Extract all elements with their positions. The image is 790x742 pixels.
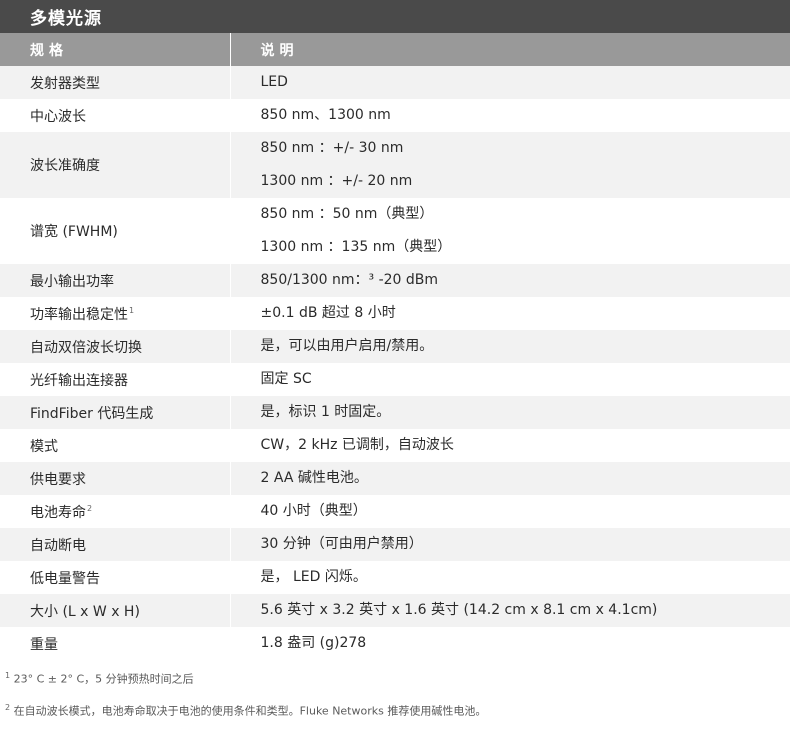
table-row: 自动双倍波长切换 是，可以由用户启用/禁用。 [0, 330, 790, 363]
spec-value: 是， LED 闪烁。 [260, 569, 367, 585]
spec-value: 是，可以由用户启用/禁用。 [260, 338, 434, 354]
spec-label-cell: 低电量警告 [0, 561, 230, 594]
spec-label: 功率输出稳定性 [30, 306, 128, 323]
spec-label-cell: 光纤输出连接器 [0, 363, 230, 396]
table-row: 光纤输出连接器 固定 SC [0, 363, 790, 396]
spec-label-cell: 中心波长 [0, 99, 230, 132]
table-row: 波长准确度 850 nm ：+/- 30 nm 1300 nm ：+/- 20 nm [0, 132, 790, 198]
spec-label: 自动断电 [30, 537, 86, 554]
footnotes: 1 23° C ± 2° C，5 分钟预热时间之后 2 在自动波长模式，电池寿命… [0, 660, 790, 724]
spec-label: 模式 [30, 438, 58, 455]
table-row: FindFiber 代码生成 是，标识 1 时固定。 [0, 396, 790, 429]
spec-value-cell: ±0.1 dB 超过 8 小时 [229, 297, 790, 330]
spec-label: 重量 [30, 636, 58, 653]
spec-label: 中心波长 [30, 108, 86, 125]
spec-value: 30 分钟（可由用户禁用） [260, 536, 423, 552]
footnote-mark: 2 [5, 703, 11, 712]
spec-value: 2 AA 碱性电池。 [260, 470, 368, 486]
spec-label-cell: 电池寿命2 [0, 495, 230, 528]
spec-value: 850/1300 nm：³ -20 dBm [260, 272, 439, 288]
table-row: 功率输出稳定性1 ±0.1 dB 超过 8 小时 [0, 297, 790, 330]
spec-value: 850 nm ：+/- 30 nm [260, 140, 404, 156]
spec-value: 40 小时（典型） [260, 503, 367, 519]
footnote-1: 1 23° C ± 2° C，5 分钟预热时间之后 [4, 660, 790, 692]
spec-label-cell: 最小输出功率 [0, 264, 230, 297]
spec-value-cell: 850 nm ：50 nm（典型） 1300 nm ：135 nm（典型） [229, 198, 790, 264]
header-spec: 规格 [0, 33, 230, 66]
spec-value: 1300 nm ：+/- 20 nm [260, 173, 413, 189]
spec-label: 最小输出功率 [30, 273, 114, 290]
spec-value: 固定 SC [260, 371, 312, 387]
spec-label: 谱宽 (FWHM) [30, 224, 118, 240]
spec-value-cell: 是，可以由用户启用/禁用。 [229, 330, 790, 363]
spec-value: 850 nm ：50 nm（典型） [260, 206, 434, 222]
spec-value-cell: CW，2 kHz 已调制，自动波长 [229, 429, 790, 462]
footnote-ref: 1 [129, 305, 135, 315]
table-row: 低电量警告 是， LED 闪烁。 [0, 561, 790, 594]
spec-value-cell: 40 小时（典型） [229, 495, 790, 528]
spec-label-cell: 模式 [0, 429, 230, 462]
spec-label: 波长准确度 [30, 158, 100, 174]
spec-value-cell: 850 nm、1300 nm [229, 99, 790, 132]
table-row: 谱宽 (FWHM) 850 nm ：50 nm（典型） 1300 nm ：135 n… [0, 198, 790, 264]
spec-value: 1300 nm ：135 nm（典型） [260, 239, 452, 255]
table-row: 最小输出功率 850/1300 nm：³ -20 dBm [0, 264, 790, 297]
spec-label: 低电量警告 [30, 570, 100, 587]
spec-value-cell: 是， LED 闪烁。 [229, 561, 790, 594]
table-row: 供电要求 2 AA 碱性电池。 [0, 462, 790, 495]
spec-value: CW，2 kHz 已调制，自动波长 [260, 437, 454, 453]
footnote-ref: 2 [87, 503, 93, 513]
spec-label: 电池寿命 [30, 504, 86, 521]
spec-table: 规格 说明 发射器类型 LED 中心波长 850 nm、1300 nm 波长准确度 850… [0, 33, 790, 660]
spec-value-cell: 是，标识 1 时固定。 [229, 396, 790, 429]
spec-value-cell: 2 AA 碱性电池。 [229, 462, 790, 495]
footnote-text: 在自动波长模式，电池寿命取决于电池的使用条件和类型。Fluke Networks… [13, 704, 487, 718]
spec-value-cell: 5.6 英寸 x 3.2 英寸 x 1.6 英寸 (14.2 cm x 8.1 … [229, 594, 790, 627]
table-header-row: 规格 说明 [0, 33, 790, 66]
footnote-mark: 1 [5, 671, 11, 680]
spec-label-cell: FindFiber 代码生成 [0, 396, 230, 429]
spec-label: 大小 (L x W x H) [30, 603, 140, 620]
spec-value-cell: 850/1300 nm：³ -20 dBm [229, 264, 790, 297]
spec-label-cell: 自动双倍波长切换 [0, 330, 230, 363]
section-title-text: 多模光源 [30, 9, 102, 29]
spec-label: 供电要求 [30, 471, 86, 488]
table-row: 模式 CW，2 kHz 已调制，自动波长 [0, 429, 790, 462]
spec-label: FindFiber 代码生成 [30, 405, 154, 422]
spec-label: 发射器类型 [30, 75, 100, 92]
table-row: 自动断电 30 分钟（可由用户禁用） [0, 528, 790, 561]
spec-label: 光纤输出连接器 [30, 372, 128, 389]
table-row: 中心波长 850 nm、1300 nm [0, 99, 790, 132]
spec-value-cell: 1.8 盎司 (g)278 [229, 627, 790, 660]
spec-label-cell: 供电要求 [0, 462, 230, 495]
footnote-text: 23° C ± 2° C，5 分钟预热时间之后 [13, 672, 194, 686]
section-title: 多模光源 [0, 0, 790, 33]
footnote-2: 2 在自动波长模式，电池寿命取决于电池的使用条件和类型。Fluke Networ… [4, 692, 790, 724]
spec-table-body: 发射器类型 LED 中心波长 850 nm、1300 nm 波长准确度 850 nm ：+… [0, 66, 790, 660]
spec-label-cell: 自动断电 [0, 528, 230, 561]
spec-value: 5.6 英寸 x 3.2 英寸 x 1.6 英寸 (14.2 cm x 8.1 … [260, 602, 658, 618]
spec-label-cell: 功率输出稳定性1 [0, 297, 230, 330]
spec-value-cell: 30 分钟（可由用户禁用） [229, 528, 790, 561]
header-description: 说明 [229, 33, 790, 66]
spec-value: 1.8 盎司 (g)278 [260, 635, 367, 651]
spec-label-cell: 谱宽 (FWHM) [0, 198, 230, 264]
spec-label-cell: 重量 [0, 627, 230, 660]
table-row: 大小 (L x W x H) 5.6 英寸 x 3.2 英寸 x 1.6 英寸 (… [0, 594, 790, 627]
spec-value: 850 nm、1300 nm [260, 107, 391, 123]
spec-label-cell: 大小 (L x W x H) [0, 594, 230, 627]
table-row: 电池寿命2 40 小时（典型） [0, 495, 790, 528]
spec-value-cell: 850 nm ：+/- 30 nm 1300 nm ：+/- 20 nm [229, 132, 790, 198]
spec-value-cell: 固定 SC [229, 363, 790, 396]
table-row: 重量 1.8 盎司 (g)278 [0, 627, 790, 660]
spec-value: LED [260, 74, 288, 90]
spec-value: 是，标识 1 时固定。 [260, 404, 391, 420]
spec-label: 自动双倍波长切换 [30, 339, 142, 356]
spec-label-cell: 波长准确度 [0, 132, 230, 198]
spec-label-cell: 发射器类型 [0, 66, 230, 99]
spec-value: ±0.1 dB 超过 8 小时 [260, 305, 396, 321]
table-row: 发射器类型 LED [0, 66, 790, 99]
spec-value-cell: LED [229, 66, 790, 99]
